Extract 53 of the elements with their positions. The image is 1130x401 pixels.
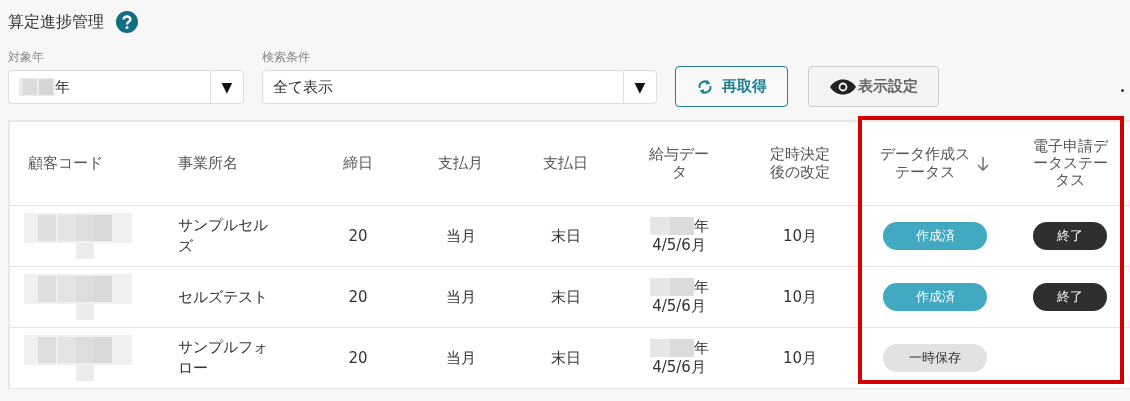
table-cell: 年 [693, 216, 709, 236]
column-header[interactable]: データ作成ステータス [880, 146, 990, 181]
help-icon[interactable] [116, 11, 138, 33]
column-header[interactable]: 支払日 [535, 154, 596, 173]
table-cell: 10月 [782, 287, 818, 307]
redaction-mosaic [649, 278, 694, 297]
table-cell: 末日 [550, 348, 581, 368]
sort-down-icon [976, 155, 990, 172]
column-header[interactable]: 事業所名 [178, 154, 268, 173]
status-badge: 作成済 [883, 283, 987, 311]
field-label: 検索条件 [262, 49, 311, 66]
table-cell: 末日 [550, 226, 581, 246]
status-badge: 作成済 [883, 222, 987, 250]
table-cell: 20 [348, 349, 368, 367]
redaction-mosaic [649, 339, 694, 358]
status-badge: 一時保存 [883, 344, 987, 372]
redaction-mosaic [649, 217, 694, 236]
column-header[interactable]: 電子申請データステータス [1032, 137, 1108, 190]
eye-icon [829, 78, 856, 95]
table-cell: セルズテスト [178, 286, 268, 308]
table-cell: サンプルセルズ [178, 215, 268, 257]
refresh-icon [696, 77, 714, 96]
table-cell: 当月 [445, 287, 476, 307]
column-header[interactable]: 顧客コード [28, 154, 118, 173]
table-cell: 20 [348, 288, 368, 306]
table-cell: 20 [348, 227, 368, 245]
table-cell: 10月 [782, 348, 818, 368]
table-cell: 4/5/6月 [652, 358, 706, 378]
dot-icon [1121, 89, 1124, 92]
select-field[interactable]: 全て表示 ▼ [262, 70, 657, 104]
column-header[interactable]: 定時決定後の改定 [770, 146, 830, 181]
field-label: 対象年 [8, 49, 45, 66]
page-title: 算定進捗管理 [8, 11, 104, 33]
table-cell: 10月 [782, 226, 818, 246]
select-value: 年 [55, 77, 70, 97]
status-badge: 終了 [1033, 283, 1107, 311]
table-cell: 4/5/6月 [652, 297, 706, 317]
status-badge: 終了 [1033, 222, 1107, 250]
column-header[interactable]: 支払月 [430, 154, 491, 173]
table-cell: 当月 [445, 226, 476, 246]
column-header[interactable]: 給与データ [649, 146, 709, 181]
table-cell: サンプルフォロー [178, 337, 268, 379]
column-header[interactable]: 締日 [328, 154, 388, 173]
select-value: 全て表示 [273, 77, 333, 97]
redaction-mosaic [19, 78, 55, 96]
display-settings-button[interactable]: 表示設定 [808, 66, 939, 107]
table-cell: 年 [693, 338, 709, 358]
select-field[interactable]: 年 ▼ [8, 70, 244, 104]
table-cell: 当月 [445, 348, 476, 368]
table-cell: 年 [693, 277, 709, 297]
table-cell: 4/5/6月 [652, 236, 706, 256]
table-cell: 末日 [550, 287, 581, 307]
refresh-button[interactable]: 再取得 [675, 66, 788, 107]
